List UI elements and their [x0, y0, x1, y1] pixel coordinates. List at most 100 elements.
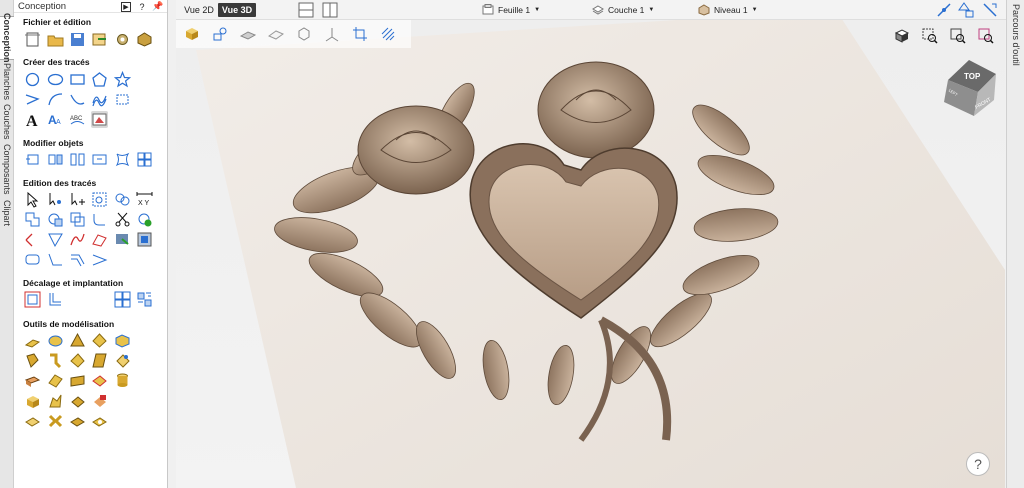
3d-viewport[interactable]: TOP FRONT LEFT	[176, 20, 1005, 488]
bend-icon[interactable]	[91, 251, 108, 268]
arc-icon[interactable]	[47, 91, 64, 108]
auto-layout-icon[interactable]	[136, 291, 153, 308]
move-icon[interactable]	[24, 151, 41, 168]
texture-icon[interactable]	[114, 352, 131, 369]
zoom-fit-icon[interactable]	[950, 28, 966, 44]
snap-icon[interactable]	[936, 2, 952, 21]
split-horizontal-icon[interactable]	[298, 2, 314, 21]
merge-relief-icon[interactable]	[91, 372, 108, 389]
cylinder-icon[interactable]	[114, 372, 131, 389]
shape-select-icon[interactable]	[958, 2, 974, 21]
save-icon[interactable]	[69, 31, 86, 48]
material-setup-icon[interactable]	[239, 26, 257, 42]
settings-gear-icon[interactable]	[114, 31, 131, 48]
tab-conception[interactable]: Conception	[0, 13, 14, 63]
erase-relief-icon[interactable]	[91, 393, 108, 410]
text-style-icon[interactable]: AA	[47, 111, 64, 128]
polygon-icon[interactable]	[91, 71, 108, 88]
spline-icon[interactable]	[69, 231, 86, 248]
tab-clipart[interactable]: Clipart	[0, 198, 14, 228]
text-on-curve-icon[interactable]: ABC	[69, 111, 86, 128]
new-file-icon[interactable]	[24, 31, 41, 48]
mirror-mode-icon[interactable]	[982, 2, 998, 21]
open-folder-icon[interactable]	[47, 31, 64, 48]
shading-icon[interactable]	[894, 28, 910, 44]
panel-help-icon[interactable]: ?	[137, 2, 147, 12]
scale-icon[interactable]	[91, 151, 108, 168]
import-icon[interactable]	[91, 31, 108, 48]
offset-icon[interactable]	[24, 291, 41, 308]
add-node-icon[interactable]	[69, 191, 86, 208]
flat-block-icon[interactable]	[24, 372, 41, 389]
help-button[interactable]: ?	[966, 452, 990, 476]
chamfer-icon[interactable]	[47, 231, 64, 248]
star-icon[interactable]	[114, 71, 131, 88]
rounded-rect-icon[interactable]	[24, 251, 41, 268]
array-icon[interactable]	[136, 151, 153, 168]
shapes-icon[interactable]	[212, 26, 228, 42]
measure-icon[interactable]: X Y	[136, 191, 153, 208]
offset-line-icon[interactable]	[69, 251, 86, 268]
vector-image-icon[interactable]	[136, 231, 153, 248]
select-icon[interactable]	[24, 191, 41, 208]
shape-editor-icon[interactable]	[24, 332, 41, 349]
boolean-intersect-icon[interactable]	[69, 211, 86, 228]
join-icon[interactable]	[91, 231, 108, 248]
ellipse-icon[interactable]	[47, 71, 64, 88]
two-rail-icon[interactable]	[69, 352, 86, 369]
sheet-dropdown[interactable]: Feuille 1 ▼	[482, 3, 540, 17]
bitmap-trace-icon[interactable]	[91, 111, 108, 128]
trim-icon[interactable]	[91, 191, 108, 208]
plate-icon[interactable]	[267, 26, 285, 42]
fade-icon[interactable]	[69, 372, 86, 389]
skew-icon[interactable]	[91, 352, 108, 369]
node-edit-icon[interactable]	[47, 191, 64, 208]
boolean-union-icon[interactable]	[24, 211, 41, 228]
relief-view-icon[interactable]	[184, 26, 200, 42]
nesting-icon[interactable]	[47, 291, 64, 308]
smooth-icon[interactable]	[24, 231, 41, 248]
level-dropdown[interactable]: Niveau 1 ▼	[698, 3, 758, 17]
panel-expand-icon[interactable]: ▶	[121, 1, 131, 12]
split-vertical-icon[interactable]	[322, 2, 338, 21]
axis-icon[interactable]	[324, 26, 340, 42]
text-icon[interactable]: A	[24, 111, 41, 128]
crop-icon[interactable]	[352, 26, 368, 42]
box-outline-icon[interactable]	[296, 26, 312, 42]
tab-planches[interactable]: Planches	[0, 62, 14, 102]
label-nest-icon[interactable]	[114, 291, 131, 308]
rectangle-icon[interactable]	[69, 71, 86, 88]
zoom-selection-icon[interactable]	[978, 28, 994, 44]
align-icon[interactable]	[47, 151, 64, 168]
block-icon[interactable]	[24, 393, 41, 410]
close-vector-icon[interactable]	[136, 211, 153, 228]
material-icon[interactable]	[136, 31, 153, 48]
tilt-icon[interactable]	[47, 372, 64, 389]
curve-icon[interactable]	[69, 91, 86, 108]
cone-icon[interactable]	[91, 332, 108, 349]
circle-icon[interactable]	[24, 71, 41, 88]
layer-dropdown[interactable]: Couche 1 ▼	[592, 3, 654, 17]
smooth-relief-icon[interactable]	[69, 393, 86, 410]
extend-icon[interactable]	[47, 251, 64, 268]
distort-icon[interactable]	[114, 151, 131, 168]
dome-icon[interactable]	[47, 332, 64, 349]
sculpt-icon[interactable]	[47, 393, 64, 410]
pyramid-icon[interactable]	[69, 332, 86, 349]
boolean-subtract-icon[interactable]	[47, 211, 64, 228]
tab-couches[interactable]: Couches	[0, 104, 14, 140]
view-2d-button[interactable]: Vue 2D	[180, 3, 218, 17]
revolve-icon[interactable]	[47, 352, 64, 369]
view-cube[interactable]: TOP FRONT LEFT	[938, 58, 1000, 120]
view-3d-button[interactable]: Vue 3D	[218, 3, 256, 17]
wave-icon[interactable]	[91, 91, 108, 108]
mirror-icon[interactable]	[69, 151, 86, 168]
weld-icon[interactable]	[114, 191, 131, 208]
scissors-icon[interactable]	[114, 211, 131, 228]
hatch-icon[interactable]	[380, 26, 396, 42]
clipart-relief-icon[interactable]	[91, 413, 108, 430]
split-relief-icon[interactable]	[47, 413, 64, 430]
zoom-in-icon[interactable]	[922, 28, 938, 44]
polyline-icon[interactable]	[24, 91, 41, 108]
sweep-icon[interactable]	[24, 352, 41, 369]
